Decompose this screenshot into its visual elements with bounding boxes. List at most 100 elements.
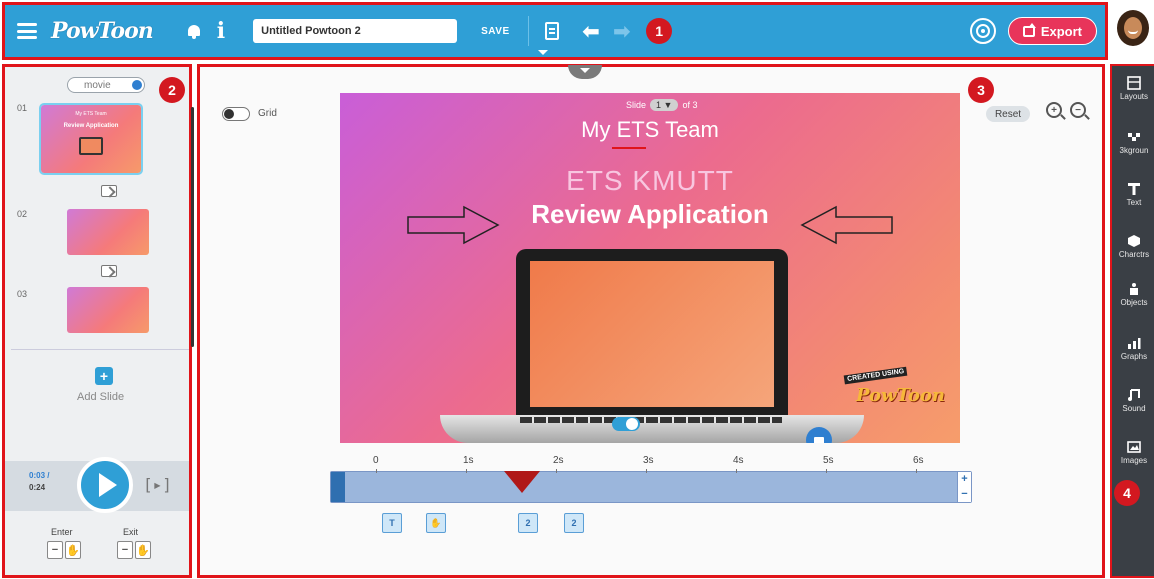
graphs-tool[interactable]: Graphs xyxy=(1112,336,1154,361)
zoom-out-icon[interactable]: − xyxy=(1070,102,1086,118)
background-tool[interactable]: 3kgroun xyxy=(1112,130,1154,155)
step-forward-icon[interactable]: [▸] xyxy=(143,475,172,494)
add-slide-label[interactable]: Add Slide xyxy=(77,391,124,403)
powtoon-logo[interactable]: PowToon xyxy=(51,18,154,44)
timeline-tick xyxy=(736,469,737,473)
created-using-label: CREATED USING xyxy=(843,366,908,385)
thumb-title-main: Review Application xyxy=(63,123,119,129)
slide-pager-prefix: Slide xyxy=(626,100,647,110)
slide-thumbnail-2[interactable] xyxy=(67,209,149,255)
reset-zoom-button[interactable]: Reset xyxy=(986,106,1030,122)
exit-label: Exit xyxy=(123,527,139,537)
transition-icon[interactable] xyxy=(101,265,117,277)
timeline-tick-label: 6s xyxy=(913,455,924,466)
slide-thumbnail-1[interactable]: My ETS Team Review Application xyxy=(39,103,143,175)
info-icon[interactable]: i xyxy=(217,18,225,44)
chevron-down-icon[interactable] xyxy=(538,50,548,55)
avatar[interactable] xyxy=(1113,6,1151,52)
layouts-icon xyxy=(1127,76,1141,90)
document-icon[interactable] xyxy=(544,22,559,40)
bell-icon[interactable] xyxy=(187,23,201,39)
export-button[interactable]: Export xyxy=(1007,17,1097,45)
timeline-tick xyxy=(646,469,647,473)
slide-number: 01 xyxy=(17,103,28,113)
enter-label: Enter xyxy=(51,527,73,537)
tool-label: Charctrs xyxy=(1118,250,1150,259)
menu-icon[interactable] xyxy=(17,23,37,39)
slide-toggle[interactable] xyxy=(612,417,640,431)
laptop-graphic[interactable] xyxy=(516,249,788,419)
top-toolbar: PowToon i SAVE ⬅ ➡ 1 Export xyxy=(2,2,1108,60)
canvas-area: Grid 3 Reset + − Slide 1 ▼ of 3 My ETS T… xyxy=(197,64,1105,578)
timeline-item-text[interactable]: T xyxy=(382,513,402,533)
toolbar-divider xyxy=(527,16,529,46)
collapse-toolbar-icon[interactable] xyxy=(568,65,602,79)
timeline-tick-label: 3s xyxy=(643,455,654,466)
export-icon xyxy=(1022,22,1036,37)
timeline-item-badge[interactable]: 2 xyxy=(518,513,538,533)
timeline-item-number[interactable]: 2 xyxy=(564,513,584,533)
characters-icon xyxy=(1128,235,1140,247)
slide-canvas[interactable]: Slide 1 ▼ of 3 My ETS Team ETS KMUTT Rev… xyxy=(340,93,960,443)
tool-label: Graphs xyxy=(1120,352,1148,361)
slides-scrollbar[interactable] xyxy=(191,107,194,347)
movie-toggle[interactable]: movie xyxy=(67,77,145,93)
timeline-tick xyxy=(916,469,917,473)
sound-tool[interactable]: Sound xyxy=(1112,388,1154,413)
export-label: Export xyxy=(1040,23,1082,39)
arrow-right-graphic[interactable] xyxy=(404,203,504,247)
tool-label: Text xyxy=(1126,198,1142,207)
arrow-left-graphic[interactable] xyxy=(796,203,896,247)
objects-icon xyxy=(1130,283,1138,295)
grid-label: Grid xyxy=(258,108,277,119)
images-tool[interactable]: Images xyxy=(1112,440,1154,465)
redo-icon[interactable]: ➡ xyxy=(613,19,630,44)
zoom-in-icon[interactable]: + xyxy=(1046,102,1062,118)
timeline-item-character[interactable]: ✋ xyxy=(426,513,446,533)
images-icon xyxy=(1127,441,1141,453)
add-slide-button[interactable]: + xyxy=(95,367,113,385)
project-title-input[interactable] xyxy=(253,19,458,43)
characters-tool[interactable]: Charctrs xyxy=(1112,234,1154,259)
player-controls: 0:03 / 0:24 [▸] xyxy=(5,457,189,513)
exit-animation-control[interactable]: − ✋ xyxy=(117,541,151,559)
slide-title-my-ets-team[interactable]: My ETS Team xyxy=(340,117,960,143)
slide-thumbnail-3[interactable] xyxy=(67,287,149,333)
timeline-tick-label: 1s xyxy=(463,455,474,466)
enter-animation-control[interactable]: − ✋ xyxy=(47,541,81,559)
text-icon xyxy=(1128,183,1140,195)
objects-tool[interactable]: Objects xyxy=(1112,282,1154,307)
play-button[interactable] xyxy=(77,457,133,513)
timeline-track-icons[interactable] xyxy=(331,472,345,502)
spelling-underline xyxy=(612,147,646,149)
timeline-tick xyxy=(376,469,377,473)
tool-label: 3kgroun xyxy=(1119,146,1149,155)
annotation-badge-3: 3 xyxy=(968,77,994,103)
slide-title-ets-kmutt[interactable]: ETS KMUTT xyxy=(340,165,960,197)
background-icon xyxy=(1128,133,1140,141)
thumb-title-small: My ETS Team xyxy=(75,111,107,117)
slide-pager: Slide 1 ▼ of 3 xyxy=(626,99,697,111)
timeline-tick-label: 2s xyxy=(553,455,564,466)
timeline-zoom-controls[interactable]: + − xyxy=(957,472,971,502)
playhead[interactable] xyxy=(504,471,540,493)
divider xyxy=(11,349,189,350)
timeline-tick xyxy=(826,469,827,473)
slides-panel: 2 movie 01 My ETS Team Review Applicatio… xyxy=(2,64,194,578)
total-time: 0:24 xyxy=(29,483,46,492)
slide-pager-suffix: of 3 xyxy=(682,100,698,110)
slide-select[interactable]: 1 ▼ xyxy=(650,99,679,111)
timeline-bar[interactable]: + − xyxy=(330,471,972,503)
tool-label: Sound xyxy=(1122,404,1146,413)
movie-toggle-label: movie xyxy=(84,79,111,91)
transition-icon[interactable] xyxy=(101,185,117,197)
powtoon-watermark: PowToon xyxy=(856,385,945,406)
graphs-icon xyxy=(1128,338,1141,349)
slide-number: 03 xyxy=(17,289,28,299)
grid-toggle[interactable] xyxy=(222,107,250,121)
save-button[interactable]: SAVE xyxy=(481,26,510,37)
text-tool[interactable]: Text xyxy=(1112,182,1154,207)
layouts-tool[interactable]: Layouts xyxy=(1112,76,1154,101)
preview-eye-icon[interactable] xyxy=(969,18,996,44)
undo-icon[interactable]: ⬅ xyxy=(583,19,600,44)
